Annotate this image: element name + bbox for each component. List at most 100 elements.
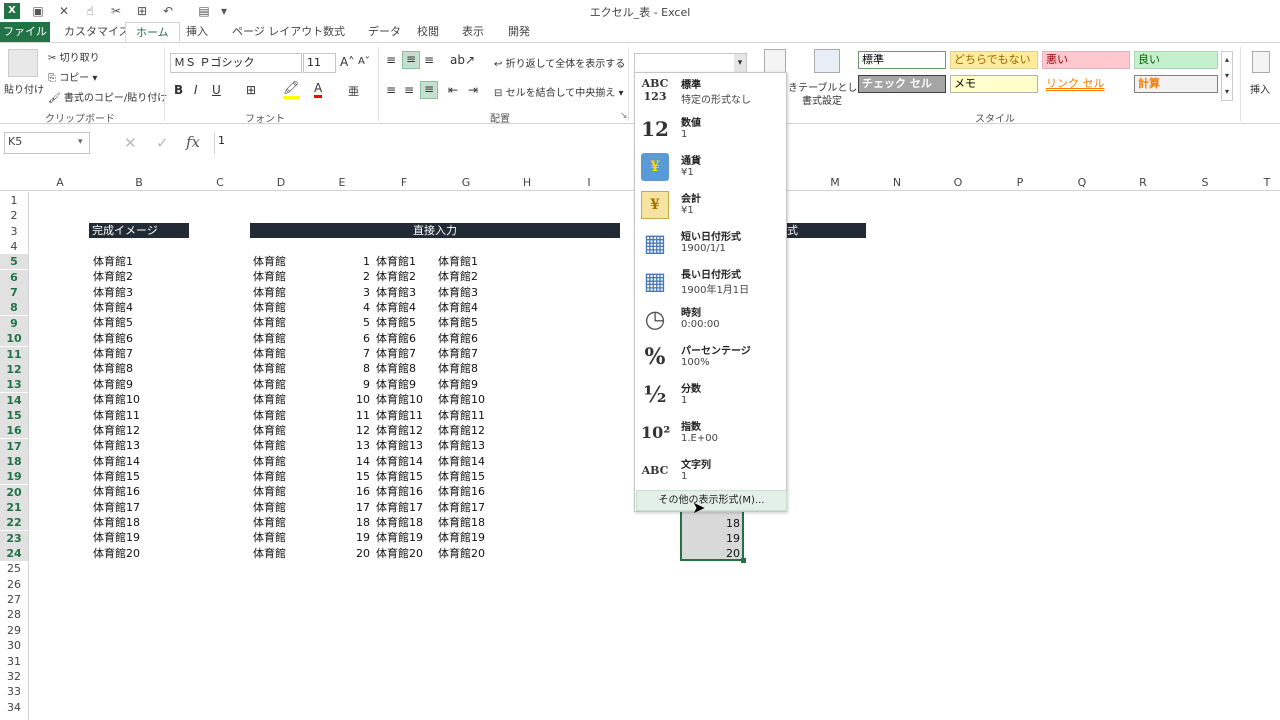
style-neutral[interactable]: どちらでもない (950, 51, 1038, 69)
number-format-dropdown-icon[interactable]: ▾ (734, 54, 746, 72)
cell-f9[interactable]: 体育館5 (376, 315, 436, 330)
cell-f5[interactable]: 体育館1 (376, 254, 436, 269)
format-fraction-item[interactable]: ½ 分数 1 (635, 377, 786, 415)
cell-e23[interactable]: 19 (330, 530, 370, 545)
cell-b13[interactable]: 体育館9 (93, 377, 173, 392)
column-header[interactable]: N (889, 176, 905, 189)
align-middle-button[interactable]: ≡ (402, 51, 420, 69)
cell-f24[interactable]: 体育館20 (376, 546, 436, 561)
cell-b10[interactable]: 体育館6 (93, 331, 173, 346)
row-header[interactable]: 17 (0, 438, 28, 454)
cell-g24[interactable]: 体育館20 (438, 546, 508, 561)
underline-button[interactable]: U (212, 83, 221, 97)
row-header[interactable]: 5 (0, 254, 28, 270)
style-note[interactable]: メモ (950, 75, 1038, 93)
cancel-entry-icon[interactable]: ✕ (124, 134, 137, 152)
row-header[interactable]: 6 (0, 269, 28, 285)
increase-indent-button[interactable]: ⇥ (468, 83, 478, 97)
format-number-item[interactable]: 12 数値 1 (635, 111, 786, 149)
tab-developer[interactable]: 開発 (498, 22, 540, 42)
row-header[interactable]: 14 (0, 392, 28, 408)
cell-g19[interactable]: 体育館15 (438, 469, 508, 484)
cell-b6[interactable]: 体育館2 (93, 269, 173, 284)
cell-b5[interactable]: 体育館1 (93, 254, 173, 269)
cell-g21[interactable]: 体育館17 (438, 500, 508, 515)
row-header[interactable]: 34 (0, 700, 28, 715)
cell-d23[interactable]: 体育館 (253, 530, 313, 545)
cell-g8[interactable]: 体育館4 (438, 300, 508, 315)
style-check-cell[interactable]: チェック セル (858, 75, 946, 93)
decrease-indent-button[interactable]: ⇤ (448, 83, 458, 97)
column-header[interactable]: A (52, 176, 68, 189)
italic-button[interactable]: I (194, 83, 198, 97)
row-header[interactable]: 27 (0, 592, 28, 607)
cell-d9[interactable]: 体育館 (253, 315, 313, 330)
cell-b19[interactable]: 体育館15 (93, 469, 173, 484)
column-header[interactable]: I (581, 176, 597, 189)
column-header[interactable]: H (519, 176, 535, 189)
confirm-entry-icon[interactable]: ✓ (156, 134, 169, 152)
cell-e22[interactable]: 18 (330, 515, 370, 530)
cell-e24[interactable]: 20 (330, 546, 370, 561)
grow-font-button[interactable]: A˄ (340, 55, 354, 69)
cell-g15[interactable]: 体育館11 (438, 408, 508, 423)
cell-d20[interactable]: 体育館 (253, 484, 313, 499)
column-header[interactable]: M (827, 176, 843, 189)
cell-d22[interactable]: 体育館 (253, 515, 313, 530)
row-header[interactable]: 3 (0, 224, 28, 239)
cell-e21[interactable]: 17 (330, 500, 370, 515)
row-header[interactable]: 2 (0, 208, 28, 223)
cell-g12[interactable]: 体育館8 (438, 361, 508, 376)
font-size-select[interactable]: 11 (303, 53, 336, 73)
cut-button[interactable]: ✂ 切り取り (48, 49, 100, 64)
row-header[interactable]: 30 (0, 638, 28, 653)
row-header[interactable]: 9 (0, 315, 28, 331)
column-header[interactable]: F (396, 176, 412, 189)
cell-d7[interactable]: 体育館 (253, 285, 313, 300)
tab-file[interactable]: ファイル (0, 22, 50, 42)
cell-e15[interactable]: 11 (330, 408, 370, 423)
column-header[interactable]: Q (1074, 176, 1090, 189)
cell-e19[interactable]: 15 (330, 469, 370, 484)
cell-b23[interactable]: 体育館19 (93, 530, 173, 545)
row-header[interactable]: 12 (0, 361, 28, 377)
style-bad[interactable]: 悪い (1042, 51, 1130, 69)
cell-b22[interactable]: 体育館18 (93, 515, 173, 530)
cell-g13[interactable]: 体育館9 (438, 377, 508, 392)
cell-e12[interactable]: 8 (330, 361, 370, 376)
cell-k22[interactable]: 18 (700, 516, 740, 531)
cell-d11[interactable]: 体育館 (253, 346, 313, 361)
cell-d6[interactable]: 体育館 (253, 269, 313, 284)
cell-e6[interactable]: 2 (330, 269, 370, 284)
tab-formulas[interactable]: 数式 (313, 22, 355, 42)
style-linked-cell[interactable]: リンク セル (1042, 75, 1130, 93)
column-header[interactable]: T (1259, 176, 1275, 189)
cell-f10[interactable]: 体育館6 (376, 331, 436, 346)
cell-g20[interactable]: 体育館16 (438, 484, 508, 499)
cell-e17[interactable]: 13 (330, 438, 370, 453)
cell-g14[interactable]: 体育館10 (438, 392, 508, 407)
styles-scroll-icon[interactable]: ▴ ▾ ▾ (1221, 51, 1233, 101)
tab-insert[interactable]: 挿入 (176, 22, 218, 42)
cell-d16[interactable]: 体育館 (253, 423, 313, 438)
format-currency-item[interactable]: ¥ 通貨 ¥1 (635, 149, 786, 187)
format-text-item[interactable]: ABC 文字列 1 (635, 453, 786, 491)
cell-d5[interactable]: 体育館 (253, 254, 313, 269)
row-header[interactable]: 16 (0, 423, 28, 439)
cell-e10[interactable]: 6 (330, 331, 370, 346)
cell-e20[interactable]: 16 (330, 484, 370, 499)
cell-f17[interactable]: 体育館13 (376, 438, 436, 453)
cell-b20[interactable]: 体育館16 (93, 484, 173, 499)
column-header[interactable]: E (334, 176, 350, 189)
insert-function-button[interactable]: fx (186, 133, 200, 151)
format-accounting-item[interactable]: ¥ 会計 ¥1 (635, 187, 786, 225)
shrink-font-button[interactable]: A˅ (358, 56, 370, 67)
cell-f7[interactable]: 体育館3 (376, 285, 436, 300)
format-scientific-item[interactable]: 10² 指数 1.E+00 (635, 415, 786, 453)
cell-b15[interactable]: 体育館11 (93, 408, 173, 423)
row-header[interactable]: 11 (0, 346, 28, 362)
fill-handle[interactable] (741, 558, 746, 563)
tab-view[interactable]: 表示 (452, 22, 494, 42)
cell-b17[interactable]: 体育館13 (93, 438, 173, 453)
format-long-date-item[interactable]: ▦ 長い日付形式 1900年1月1日 (635, 263, 786, 301)
